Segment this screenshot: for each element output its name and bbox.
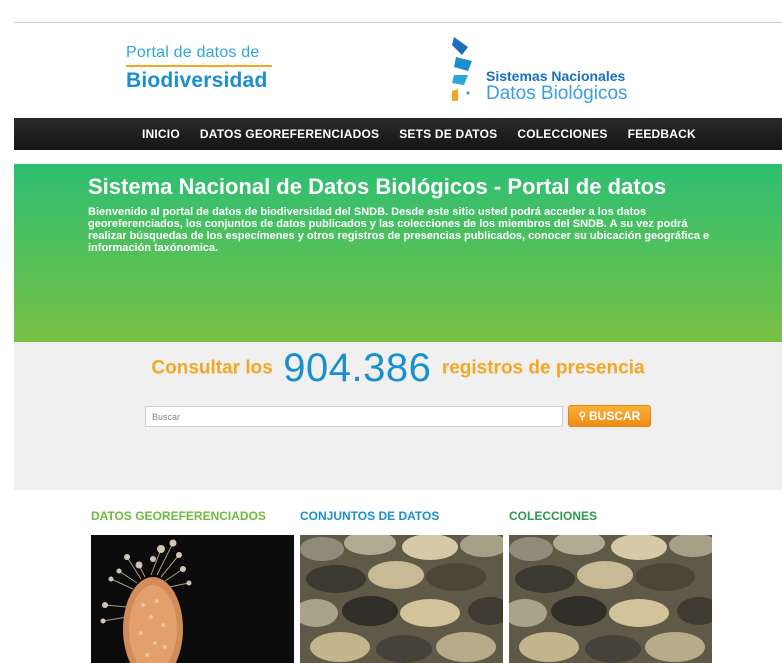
hero-title: Sistema Nacional de Datos Biológicos - P… [88,174,667,199]
thumbnail-specimen-image[interactable] [91,535,294,663]
portal-logo-line2: Biodiversidad [126,69,268,92]
site-header: Portal de datos de Biodiversidad Sistema… [0,23,782,118]
nav-item-datos-georeferenciados[interactable]: DATOS GEOREFERENCIADOS [200,127,379,141]
sndb-logo-line2: Datos Biológicos [486,83,628,104]
records-count-prefix: Consultar los [151,357,273,379]
nav-item-colecciones[interactable]: COLECCIONES [517,127,607,141]
thumbnail-collections-image[interactable] [509,535,712,663]
mussels-image-2 [509,535,712,663]
section-title-colecciones[interactable]: COLECCIONES [509,509,597,523]
hero-banner: Sistema Nacional de Datos Biológicos - P… [14,164,782,342]
search-input[interactable] [145,406,563,427]
search-button[interactable]: ⚲ BUSCAR [568,405,651,427]
portal-logo-rule [126,65,272,67]
thumbnail-mussels-image[interactable] [300,535,503,663]
search-button-label: BUSCAR [588,409,641,423]
records-count: 904.386 [283,346,432,390]
nav-item-inicio[interactable]: INICIO [142,127,180,141]
section-title-conjuntos-de-datos[interactable]: CONJUNTOS DE DATOS [300,509,439,523]
sndb-logo-line1: Sistemas Nacionales [486,68,626,84]
portal-logo-line1: Portal de datos de [126,44,260,61]
mussels-image-1 [300,535,503,663]
sndb-logo[interactable]: Sistemas Nacionales Datos Biológicos [448,35,678,107]
search-icon: ⚲ [578,410,586,422]
records-count-suffix: registros de presencia [441,357,645,379]
section-title-datos-georeferenciados[interactable]: DATOS GEOREFERENCIADOS [91,509,266,523]
portal-logo[interactable]: Portal de datos de Biodiversidad [126,44,276,93]
main-nav: INICIO DATOS GEOREFERENCIADOS SETS DE DA… [14,118,782,150]
specimen-image [91,535,294,663]
hero-description: Bienvenido al portal de datos de biodive… [88,206,710,254]
search-section: Consultar los 904.386 registros de prese… [14,342,782,490]
sndb-emblem-icon [452,37,472,101]
nav-item-feedback[interactable]: FEEDBACK [628,127,696,141]
nav-item-sets-de-datos[interactable]: SETS DE DATOS [399,127,497,141]
records-count-line: Consultar los 904.386 registros de prese… [14,346,782,391]
